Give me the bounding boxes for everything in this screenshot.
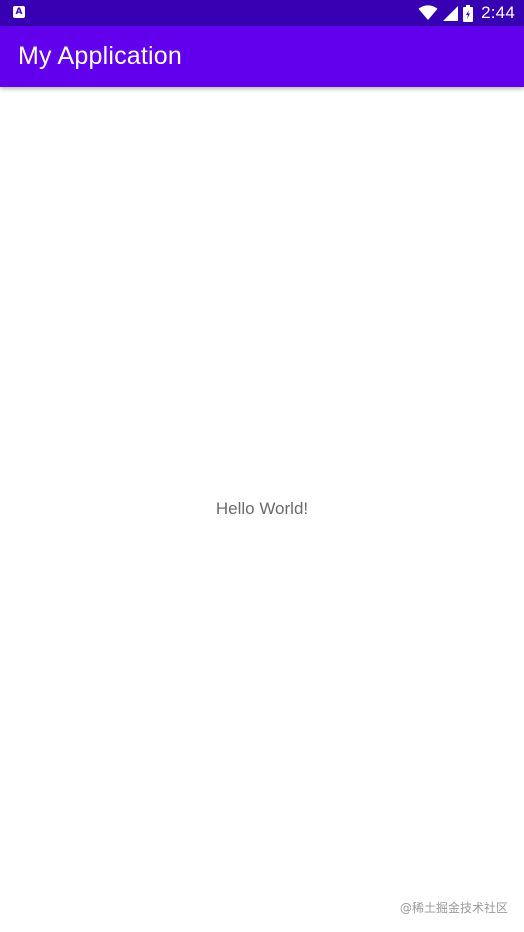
android-screen: A 2:44 My Application Hello World! @稀土掘金… <box>0 0 524 932</box>
wifi-icon <box>418 5 438 20</box>
status-time: 2:44 <box>481 3 515 22</box>
status-bar-right: 2:44 <box>418 0 515 26</box>
app-title: My Application <box>18 42 182 70</box>
battery-icon <box>463 4 474 22</box>
hello-world-text: Hello World! <box>215 499 309 518</box>
cell-signal-icon <box>443 5 459 21</box>
app-notification-icon: A <box>13 6 25 18</box>
main-content: Hello World! <box>0 87 524 932</box>
app-bar: My Application <box>0 26 524 87</box>
status-bar: A 2:44 <box>0 0 524 26</box>
watermark: @稀土掘金技术社区 <box>399 901 508 915</box>
